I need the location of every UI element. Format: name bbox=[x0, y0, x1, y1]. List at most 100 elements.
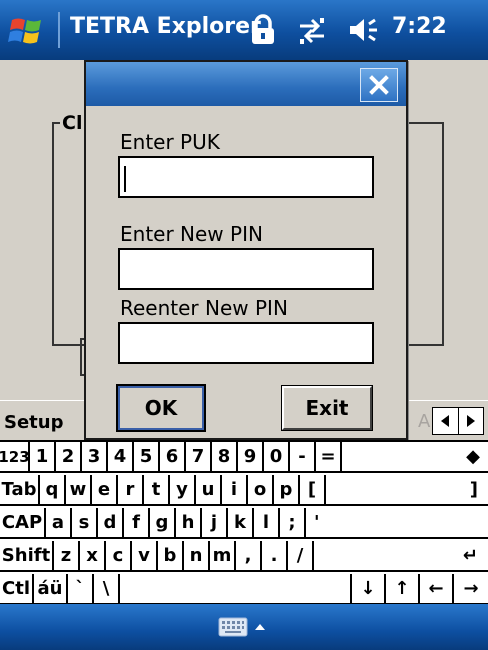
key-arrow-left[interactable]: ← bbox=[420, 574, 454, 605]
key-s[interactable]: s bbox=[72, 508, 98, 539]
triangle-left-icon bbox=[441, 415, 450, 427]
key-9[interactable]: 9 bbox=[238, 442, 264, 473]
app-title: TETRA Explorer bbox=[70, 14, 261, 39]
title-divider bbox=[58, 12, 60, 48]
key-5[interactable]: 5 bbox=[134, 442, 160, 473]
keyboard-row-1: 123 1 2 3 4 5 6 7 8 9 0 - = ◆ bbox=[0, 442, 488, 473]
key-backslash[interactable]: \ bbox=[94, 574, 120, 605]
key-4[interactable]: 4 bbox=[108, 442, 134, 473]
key-8[interactable]: 8 bbox=[212, 442, 238, 473]
triangle-right-icon bbox=[466, 415, 475, 427]
puk-label: Enter PUK bbox=[120, 130, 220, 154]
clock[interactable]: 7:22 bbox=[392, 14, 447, 39]
key-j[interactable]: j bbox=[202, 508, 228, 539]
key-3[interactable]: 3 bbox=[82, 442, 108, 473]
key-f[interactable]: f bbox=[124, 508, 150, 539]
key-u[interactable]: u bbox=[196, 475, 222, 506]
key-y[interactable]: y bbox=[170, 475, 196, 506]
key-accents[interactable]: áü bbox=[34, 574, 68, 605]
key-quote[interactable]: ' bbox=[306, 508, 488, 539]
puk-input[interactable] bbox=[118, 156, 374, 198]
menu-item-partial: A bbox=[418, 411, 431, 432]
key-n[interactable]: n bbox=[184, 541, 210, 572]
pin-reset-dialog: Enter PUK Enter New PIN Reenter New PIN … bbox=[84, 60, 408, 440]
key-g[interactable]: g bbox=[150, 508, 176, 539]
key-0[interactable]: 0 bbox=[264, 442, 290, 473]
key-t[interactable]: t bbox=[144, 475, 170, 506]
key-m[interactable]: m bbox=[210, 541, 236, 572]
close-icon bbox=[369, 75, 389, 95]
key-period[interactable]: . bbox=[262, 541, 288, 572]
key-e[interactable]: e bbox=[92, 475, 118, 506]
menu-scroll-buttons bbox=[432, 407, 484, 435]
caret-up-icon bbox=[255, 624, 265, 630]
key-equals[interactable]: = bbox=[316, 442, 342, 473]
key-d[interactable]: d bbox=[98, 508, 124, 539]
ok-button[interactable]: OK bbox=[116, 384, 206, 432]
speaker-icon[interactable] bbox=[346, 14, 382, 46]
key-p[interactable]: p bbox=[274, 475, 300, 506]
close-button[interactable] bbox=[360, 68, 398, 102]
key-c[interactable]: c bbox=[106, 541, 132, 572]
dialog-caption-bar bbox=[86, 62, 406, 106]
new-pin-label: Enter New PIN bbox=[120, 222, 263, 246]
key-z[interactable]: z bbox=[54, 541, 80, 572]
key-7[interactable]: 7 bbox=[186, 442, 212, 473]
setup-menu[interactable]: Setup bbox=[4, 412, 63, 433]
reenter-pin-label: Reenter New PIN bbox=[120, 296, 288, 320]
key-minus[interactable]: - bbox=[290, 442, 316, 473]
new-pin-input[interactable] bbox=[118, 248, 374, 290]
key-x[interactable]: x bbox=[80, 541, 106, 572]
scroll-right-button[interactable] bbox=[457, 408, 484, 434]
key-r[interactable]: r bbox=[118, 475, 144, 506]
keyboard-row-5: Ctl áü ` \ ↓ ↑ ← → bbox=[0, 574, 488, 605]
text-caret bbox=[124, 166, 126, 192]
key-h[interactable]: h bbox=[176, 508, 202, 539]
key-comma[interactable]: , bbox=[236, 541, 262, 572]
soft-keyboard: 123 1 2 3 4 5 6 7 8 9 0 - = ◆ Tab q w e … bbox=[0, 440, 488, 605]
key-a[interactable]: a bbox=[46, 508, 72, 539]
space-key[interactable] bbox=[120, 574, 352, 605]
keyboard-row-2: Tab q w e r t y u i o p [ ] bbox=[0, 475, 488, 506]
reenter-pin-input[interactable] bbox=[118, 322, 374, 364]
key-tab[interactable]: Tab bbox=[0, 475, 40, 506]
key-q[interactable]: q bbox=[40, 475, 66, 506]
key-ctrl[interactable]: Ctl bbox=[0, 574, 34, 605]
bottom-bar bbox=[0, 604, 488, 650]
scroll-left-button[interactable] bbox=[433, 408, 458, 434]
background-group-label: Cl bbox=[60, 112, 85, 134]
key-semicolon[interactable]: ; bbox=[280, 508, 306, 539]
background-frame-right bbox=[406, 122, 444, 346]
windows-start-icon[interactable] bbox=[8, 14, 48, 48]
key-o[interactable]: o bbox=[248, 475, 274, 506]
enter-key[interactable]: ↵ bbox=[314, 541, 488, 572]
key-left-bracket[interactable]: [ bbox=[300, 475, 326, 506]
key-123[interactable]: 123 bbox=[0, 442, 30, 473]
backspace-key[interactable]: ◆ bbox=[342, 442, 488, 473]
key-2[interactable]: 2 bbox=[56, 442, 82, 473]
lock-icon[interactable] bbox=[250, 14, 276, 46]
key-b[interactable]: b bbox=[158, 541, 184, 572]
key-v[interactable]: v bbox=[132, 541, 158, 572]
key-right-bracket[interactable]: ] bbox=[326, 475, 488, 506]
key-6[interactable]: 6 bbox=[160, 442, 186, 473]
key-l[interactable]: l bbox=[254, 508, 280, 539]
key-shift[interactable]: Shift bbox=[0, 541, 54, 572]
key-w[interactable]: w bbox=[66, 475, 92, 506]
key-arrow-up[interactable]: ↑ bbox=[386, 574, 420, 605]
input-panel-button[interactable] bbox=[218, 615, 274, 639]
screen: TETRA Explorer 7:22 Cl Setup A Enter PUK… bbox=[0, 0, 488, 650]
keyboard-icon bbox=[218, 617, 248, 637]
key-caps[interactable]: CAP bbox=[0, 508, 46, 539]
connectivity-icon[interactable] bbox=[296, 14, 328, 46]
keyboard-row-4: Shift z x c v b n m , . / ↵ bbox=[0, 541, 488, 572]
background-frame-left bbox=[52, 122, 88, 346]
key-backtick[interactable]: ` bbox=[68, 574, 94, 605]
key-i[interactable]: i bbox=[222, 475, 248, 506]
key-k[interactable]: k bbox=[228, 508, 254, 539]
exit-button[interactable]: Exit bbox=[281, 385, 373, 431]
key-1[interactable]: 1 bbox=[30, 442, 56, 473]
key-arrow-right[interactable]: → bbox=[454, 574, 488, 605]
key-slash[interactable]: / bbox=[288, 541, 314, 572]
key-arrow-down[interactable]: ↓ bbox=[352, 574, 386, 605]
